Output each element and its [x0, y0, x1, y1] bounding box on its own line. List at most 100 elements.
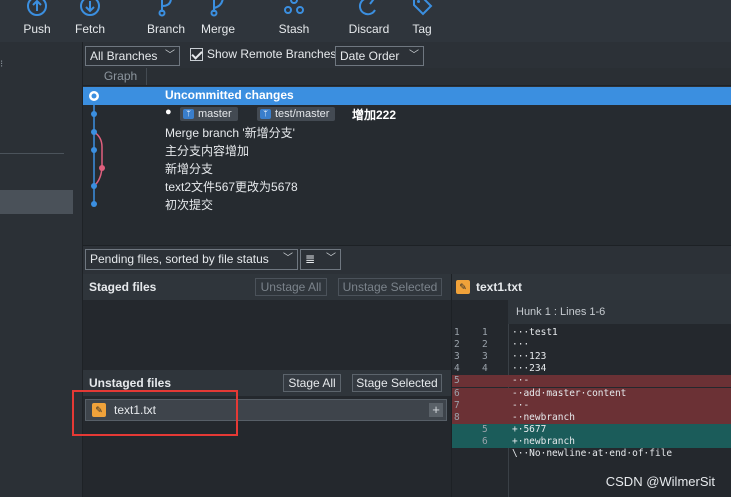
stash-button[interactable]: Stash [274, 0, 314, 42]
diff-line[interactable]: 1 1 ···test1 [452, 327, 731, 339]
file-status-bar: Pending files, sorted by file status ﹀ ≣… [83, 245, 731, 273]
discard-icon [358, 0, 376, 16]
stage-all-button[interactable]: Stage All [283, 374, 341, 392]
commit-message: 主分支内容增加 [165, 144, 250, 158]
commit-message: 初次提交 [165, 198, 214, 212]
diff-line[interactable]: 7 -·- [452, 399, 731, 412]
merge-label: Merge [200, 22, 235, 36]
chevron-down-icon: ﹀ [165, 50, 175, 61]
discard-label: Discard [348, 22, 390, 36]
diff-line-text: -·add·master·content [512, 387, 627, 399]
hunk-header[interactable]: Hunk 1 : Lines 1-6 [508, 300, 731, 324]
diff-line[interactable]: 4 4 ···234 [452, 363, 731, 375]
old-line-number: 3 [454, 351, 460, 363]
diff-line-text: +·5677 [512, 423, 547, 435]
diff-line-text: -·- [512, 375, 530, 387]
history-filter-bar: All Branches ﹀ Show Remote Branches Date… [83, 42, 731, 68]
toolbar: Push Fetch Branch Merge Stash Discard Ta… [0, 0, 731, 42]
show-remote-label: Show Remote Branches [207, 47, 337, 61]
tag-button[interactable]: Tag [408, 0, 436, 42]
unstaged-files-title: Unstaged files [89, 376, 172, 390]
diff-line[interactable]: 8 -·newbranch [452, 411, 731, 424]
diff-line[interactable]: 5 +·5677 [452, 423, 731, 436]
commit-row[interactable]: ● ᛘ master ᛘ test/master 增加222 [83, 105, 731, 123]
diff-line-text: ···123 [512, 351, 547, 363]
branch-button[interactable]: Branch [144, 0, 188, 42]
new-line-number: 3 [482, 351, 488, 363]
push-button[interactable]: Push [18, 0, 56, 42]
diff-line[interactable]: 6 +·newbranch [452, 435, 731, 448]
new-line-number: 1 [482, 327, 488, 338]
diff-line[interactable]: 2 2 ··· [452, 339, 731, 351]
branch-label: Branch [146, 22, 186, 36]
merge-button[interactable]: Merge [196, 0, 240, 42]
new-line-number: 6 [482, 435, 488, 447]
diff-line-text: ···test1 [512, 327, 558, 338]
discard-button[interactable]: Discard [346, 0, 392, 42]
commit-row[interactable]: 主分支内容增加 [83, 141, 731, 159]
chevron-down-icon: ﹀ [409, 50, 419, 61]
commit-message: 新增分支 [165, 162, 214, 176]
stash-label: Stash [278, 22, 310, 36]
diff-line-text: \··No·newline·at·end·of·file [512, 448, 673, 459]
merge-icon [210, 0, 224, 17]
commit-message: 增加222 [352, 108, 397, 122]
diff-line[interactable]: 3 3 ···123 [452, 351, 731, 363]
commit-row[interactable]: Uncommitted changes [83, 87, 731, 105]
commit-row[interactable]: Merge branch '新增分支' [83, 123, 731, 141]
fetch-label: Fetch [74, 22, 105, 36]
order-value: Date Order [340, 49, 400, 63]
sidebar-collapse-icon[interactable]: ⁝ [0, 59, 3, 70]
graph-column-label[interactable]: Graph [95, 68, 147, 85]
modified-file-icon: ✎ [456, 280, 470, 294]
branch-tag-master[interactable]: ᛘ master [180, 107, 238, 121]
branch-icon: ᛘ [260, 109, 271, 119]
commit-row[interactable]: 新增分支 [83, 159, 731, 177]
new-line-number: 4 [482, 363, 488, 375]
tag-icon [413, 0, 433, 16]
diff-line-text: -·newbranch [512, 411, 575, 423]
push-icon [27, 0, 47, 16]
new-line-number: 5 [482, 423, 488, 435]
branch-tag-label: master [198, 108, 232, 120]
diff-line-text: -·- [512, 399, 530, 411]
view-mode-select[interactable]: ≣ ﹀ [300, 249, 341, 270]
commit-message: Merge branch '新增分支' [165, 126, 295, 140]
commit-row[interactable]: text2文件567更改为5678 [83, 177, 731, 195]
fetch-icon [80, 0, 100, 16]
watermark: CSDN @WilmerSit [605, 474, 715, 489]
file-sort-select[interactable]: Pending files, sorted by file status ﹀ [85, 249, 298, 270]
unstage-all-button[interactable]: Unstage All [255, 278, 327, 296]
branch-icon: ᛘ [183, 109, 194, 119]
stage-file-plus-icon[interactable]: + [429, 403, 443, 417]
diff-line[interactable]: 5 -·- [452, 375, 731, 388]
unstage-selected-button[interactable]: Unstage Selected [338, 278, 442, 296]
diff-line-text: ··· [512, 339, 530, 351]
fetch-button[interactable]: Fetch [70, 0, 110, 42]
branch-filter-select[interactable]: All Branches ﹀ [85, 46, 180, 66]
old-line-number: 7 [454, 399, 460, 411]
diff-header: ✎ text1.txt [451, 274, 731, 300]
sidebar-divider [0, 153, 64, 154]
stage-selected-button[interactable]: Stage Selected [352, 374, 442, 392]
order-select[interactable]: Date Order ﹀ [335, 46, 424, 66]
diff-line-text: ···234 [512, 363, 547, 375]
old-line-number: 6 [454, 387, 460, 399]
diff-line[interactable]: 6 -·add·master·content [452, 387, 731, 400]
new-line-number: 2 [482, 339, 488, 351]
staged-files-header: Staged files Unstage All Unstage Selecte… [83, 274, 451, 300]
annotation-highlight-box [72, 390, 238, 436]
sidebar: ⁝ [0, 42, 83, 497]
commit-message: text2文件567更改为5678 [165, 180, 298, 194]
diff-line[interactable]: \··No·newline·at·end·of·file [452, 448, 731, 460]
file-sort-value: Pending files, sorted by file status [90, 252, 269, 266]
show-remote-checkbox[interactable] [190, 48, 203, 61]
diff-line-text: +·newbranch [512, 435, 575, 447]
sidebar-selected-item[interactable] [0, 190, 73, 214]
branch-icon [158, 0, 172, 17]
staged-files-list [83, 300, 451, 370]
old-line-number: 4 [454, 363, 460, 375]
old-line-number: 1 [454, 327, 460, 338]
branch-tag-test-master[interactable]: ᛘ test/master [257, 107, 336, 121]
commit-row[interactable]: 初次提交 [83, 195, 731, 213]
